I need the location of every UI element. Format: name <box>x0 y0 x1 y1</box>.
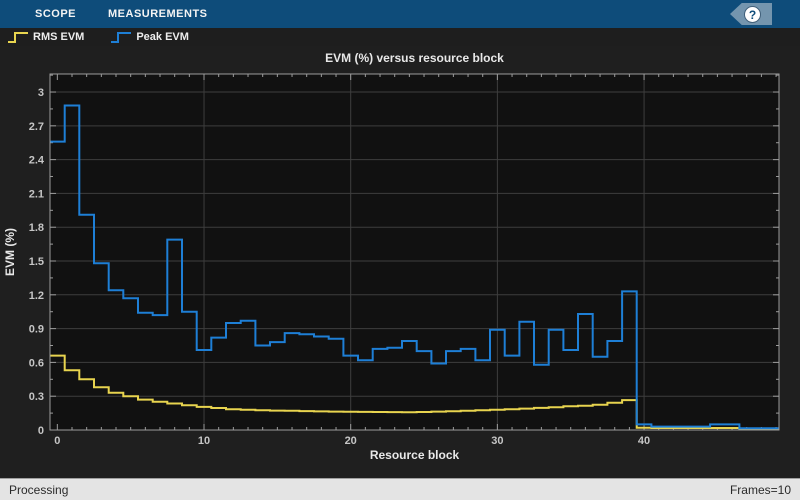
svg-text:0: 0 <box>54 435 60 447</box>
evm-chart-svg: 0 10 20 30 40 0 0.3 0.6 0.9 1.2 1.5 1.8 2.1 2.4 2.7 3 EV… <box>3 51 780 462</box>
legend-label-peak-evm: Peak EVM <box>136 31 189 43</box>
legend-bar: RMS EVM Peak EVM <box>0 28 800 46</box>
chart-title: EVM (%) versus resource block <box>325 51 504 65</box>
status-bar: Processing Frames=10 <box>0 478 800 500</box>
svg-text:2.7: 2.7 <box>29 121 44 133</box>
tab-measurements[interactable]: MEASUREMENTS <box>108 8 208 20</box>
svg-text:2.4: 2.4 <box>29 155 45 167</box>
svg-text:1.2: 1.2 <box>29 290 44 302</box>
legend-item-peak-evm[interactable]: Peak EVM <box>110 29 189 45</box>
svg-text:30: 30 <box>491 435 503 447</box>
status-processing-text: Processing <box>9 482 69 497</box>
svg-text:0.3: 0.3 <box>29 391 44 403</box>
svg-text:40: 40 <box>638 435 650 447</box>
svg-text:10: 10 <box>198 435 210 447</box>
svg-text:0: 0 <box>38 425 44 437</box>
svg-text:3: 3 <box>38 87 44 99</box>
x-axis-label: Resource block <box>370 448 460 462</box>
y-axis-label: EVM (%) <box>3 228 17 276</box>
help-button[interactable]: ? <box>730 3 772 25</box>
peak-stairstep-icon <box>111 32 132 43</box>
svg-text:0.9: 0.9 <box>29 324 44 336</box>
evm-scope-window: SCOPE MEASUREMENTS ? RMS EVM Peak EVM 0 1… <box>0 0 800 500</box>
tab-scope[interactable]: SCOPE <box>35 8 76 20</box>
question-mark-icon: ? <box>744 5 761 23</box>
svg-text:1.8: 1.8 <box>29 222 44 234</box>
legend-label-rms-evm: RMS EVM <box>33 31 85 43</box>
svg-text:1.5: 1.5 <box>29 256 44 268</box>
plot-area: 0 10 20 30 40 0 0.3 0.6 0.9 1.2 1.5 1.8 2.1 2.4 2.7 3 EV… <box>0 46 800 478</box>
toolstrip: SCOPE MEASUREMENTS ? <box>0 0 800 28</box>
svg-text:0.6: 0.6 <box>29 357 44 369</box>
legend-item-rms-evm[interactable]: RMS EVM <box>7 29 84 45</box>
rms-stairstep-icon <box>8 32 28 43</box>
status-frames-text: Frames=10 <box>729 482 791 497</box>
svg-text:20: 20 <box>345 435 357 447</box>
svg-text:2.1: 2.1 <box>29 188 44 200</box>
